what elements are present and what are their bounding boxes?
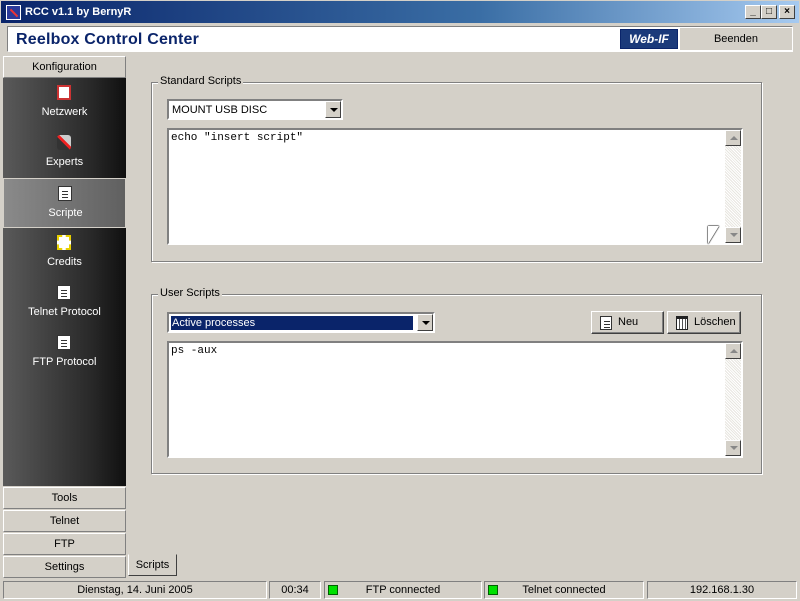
scroll-up-icon[interactable]: [725, 343, 741, 359]
sidebar-panel: Netzwerk Experts Scripte Credits Telnet …: [3, 78, 126, 486]
sidebar-item-label: Experts: [45, 156, 84, 168]
telnet-status-led-icon: [488, 585, 498, 595]
window-title: RCC v1.1 by BernyR: [25, 6, 132, 18]
button-label: Neu: [618, 316, 639, 328]
new-document-icon: [600, 316, 612, 330]
document-icon: [57, 335, 71, 350]
sidebar-item-label: Netzwerk: [41, 106, 88, 118]
delete-script-button[interactable]: Löschen: [667, 311, 741, 334]
category-konfiguration[interactable]: Konfiguration: [3, 56, 126, 78]
maximize-button[interactable]: □: [761, 5, 777, 19]
header-panel: Reelbox Control Center Web-IF Beenden: [7, 26, 793, 52]
telnet-status-text: Telnet connected: [522, 584, 606, 596]
category-settings[interactable]: Settings: [3, 556, 126, 578]
status-date: Dienstag, 14. Juni 2005: [3, 581, 267, 599]
ftp-status-text: FTP connected: [365, 584, 441, 596]
chevron-down-icon[interactable]: [325, 101, 341, 118]
dropdown-value: MOUNT USB DISC: [172, 104, 268, 116]
minimize-button[interactable]: _: [745, 5, 761, 19]
exit-button[interactable]: Beenden: [680, 28, 792, 50]
status-bar: Dienstag, 14. Juni 2005 00:34 FTP connec…: [0, 579, 800, 601]
standard-script-editor[interactable]: echo "insert script": [167, 128, 743, 245]
status-ftp: FTP connected: [324, 581, 482, 599]
status-time: 00:34: [269, 581, 321, 599]
network-icon: [57, 85, 71, 100]
category-tools[interactable]: Tools: [3, 487, 126, 509]
main-panel: Standard Scripts MOUNT USB DISC echo "in…: [128, 56, 797, 554]
sidebar-item-label: Credits: [47, 256, 82, 268]
standard-scripts-group: Standard Scripts MOUNT USB DISC echo "in…: [151, 75, 762, 262]
user-scripts-dropdown[interactable]: Active processes: [167, 312, 435, 333]
chevron-down-icon[interactable]: [417, 314, 433, 331]
webif-label: Web-IF: [629, 32, 669, 46]
sidebar-item-label: FTP Protocol: [32, 356, 97, 368]
sidebar: Konfiguration Netzwerk Experts Scripte C…: [3, 56, 126, 578]
user-script-editor[interactable]: ps -aux: [167, 341, 743, 458]
script-text[interactable]: echo "insert script": [171, 132, 303, 144]
close-button[interactable]: ×: [779, 5, 795, 19]
scroll-down-icon[interactable]: [725, 227, 741, 243]
ftp-status-led-icon: [328, 585, 338, 595]
sidebar-item-scripte[interactable]: Scripte: [3, 178, 126, 228]
sidebar-item-label: Telnet Protocol: [28, 306, 101, 318]
document-icon: [57, 285, 71, 300]
trash-icon: [676, 316, 688, 330]
scrollbar[interactable]: [725, 343, 741, 456]
status-ip: 192.168.1.30: [647, 581, 797, 599]
star-icon: [57, 235, 71, 250]
title-bar[interactable]: RCC v1.1 by BernyR _ □ ×: [0, 0, 800, 24]
sidebar-item-ftp-protocol[interactable]: FTP Protocol: [3, 328, 126, 378]
webif-button[interactable]: Web-IF: [620, 29, 678, 49]
standard-scripts-dropdown[interactable]: MOUNT USB DISC: [167, 99, 343, 120]
script-text[interactable]: ps -aux: [171, 345, 217, 357]
button-label: Löschen: [694, 316, 736, 328]
document-icon: [58, 186, 72, 201]
category-ftp[interactable]: FTP: [3, 533, 126, 555]
sidebar-item-label: Scripte: [48, 207, 83, 219]
sidebar-item-telnet-protocol[interactable]: Telnet Protocol: [3, 278, 126, 328]
mouse-cursor-icon: [708, 226, 719, 244]
scrollbar[interactable]: [725, 130, 741, 243]
user-scripts-group: User Scripts Active processes Neu Lösche…: [151, 287, 762, 474]
sidebar-item-experts[interactable]: Experts: [3, 128, 126, 178]
tools-icon: [57, 135, 71, 150]
sidebar-item-netzwerk[interactable]: Netzwerk: [3, 78, 126, 128]
app-icon: [6, 5, 21, 20]
group-title: User Scripts: [158, 287, 222, 299]
sidebar-item-credits[interactable]: Credits: [3, 228, 126, 278]
new-script-button[interactable]: Neu: [591, 311, 664, 334]
scroll-up-icon[interactable]: [725, 130, 741, 146]
status-telnet: Telnet connected: [484, 581, 644, 599]
app-heading: Reelbox Control Center: [16, 31, 200, 48]
header: Reelbox Control Center Web-IF Beenden: [3, 25, 797, 54]
category-telnet[interactable]: Telnet: [3, 510, 126, 532]
group-title: Standard Scripts: [158, 75, 244, 87]
dropdown-value: Active processes: [171, 316, 413, 330]
scroll-down-icon[interactable]: [725, 440, 741, 456]
tab-scripts[interactable]: Scripts: [128, 554, 177, 576]
